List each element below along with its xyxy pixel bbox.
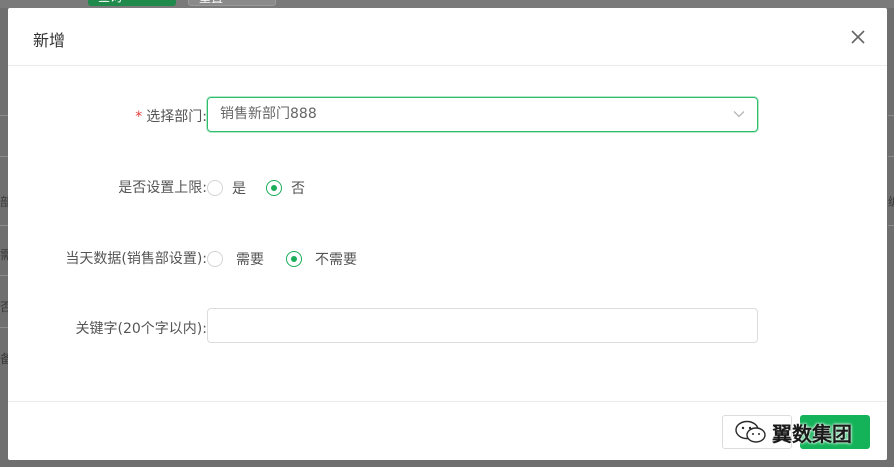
radio-label: 是 xyxy=(232,181,246,197)
department-select[interactable]: 销售新部门888 xyxy=(207,97,758,132)
chevron-down-icon xyxy=(733,111,745,118)
background-cell: 需 xyxy=(0,248,8,262)
background-divider xyxy=(888,115,894,116)
watermark-text: 翼数集团 xyxy=(772,421,852,446)
background-cell: 编 xyxy=(888,195,894,209)
department-select-value: 销售新部门888 xyxy=(220,106,317,122)
close-icon[interactable] xyxy=(849,28,867,46)
department-label-text: 选择部门: xyxy=(146,109,207,125)
background-divider xyxy=(0,156,8,157)
required-mark: * xyxy=(135,109,143,125)
wechat-logo-icon xyxy=(735,420,766,443)
radio-label: 不需要 xyxy=(315,252,357,268)
background-divider xyxy=(0,115,8,116)
background-divider xyxy=(0,327,8,328)
set-limit-label: 是否设置上限: xyxy=(118,180,207,196)
background-divider xyxy=(888,225,894,226)
background-toolbar: 查询 重置 xyxy=(0,0,894,8)
reset-button: 重置 xyxy=(188,0,276,6)
radio-circle xyxy=(207,180,223,196)
radio-label: 需要 xyxy=(236,252,264,268)
add-dialog: 新增 * 选择部门: 销售新部门888 是否设置上限: 是 否 当天数据(销售部设… xyxy=(8,8,887,460)
dialog-header: 新增 xyxy=(8,8,887,66)
radio-circle-checked xyxy=(266,180,282,196)
watermark: 翼数集团 xyxy=(734,417,852,447)
today-data-no-need-radio[interactable]: 不需要 xyxy=(286,249,357,269)
department-label: * 选择部门: xyxy=(135,106,207,126)
radio-circle-checked xyxy=(286,251,302,267)
background-cell: 备 xyxy=(0,352,8,366)
set-limit-yes-radio[interactable]: 是 xyxy=(207,178,246,198)
radio-circle xyxy=(207,251,223,267)
background-divider xyxy=(0,225,8,226)
radio-label: 否 xyxy=(291,181,305,197)
keywords-input[interactable] xyxy=(207,308,758,343)
background-cell: 否 xyxy=(0,300,8,314)
query-button: 查询 xyxy=(88,0,176,6)
today-data-label: 当天数据(销售部设置): xyxy=(65,251,207,267)
dialog-footer: 翼数集团 xyxy=(8,401,887,460)
background-cell: 部 xyxy=(0,195,8,209)
dialog-title: 新增 xyxy=(33,31,66,50)
today-data-need-radio[interactable]: 需要 xyxy=(207,249,264,269)
keywords-label: 关键字(20个字以内): xyxy=(75,321,207,337)
background-divider xyxy=(888,156,894,157)
set-limit-no-radio[interactable]: 否 xyxy=(266,178,305,198)
background-divider xyxy=(0,275,8,276)
